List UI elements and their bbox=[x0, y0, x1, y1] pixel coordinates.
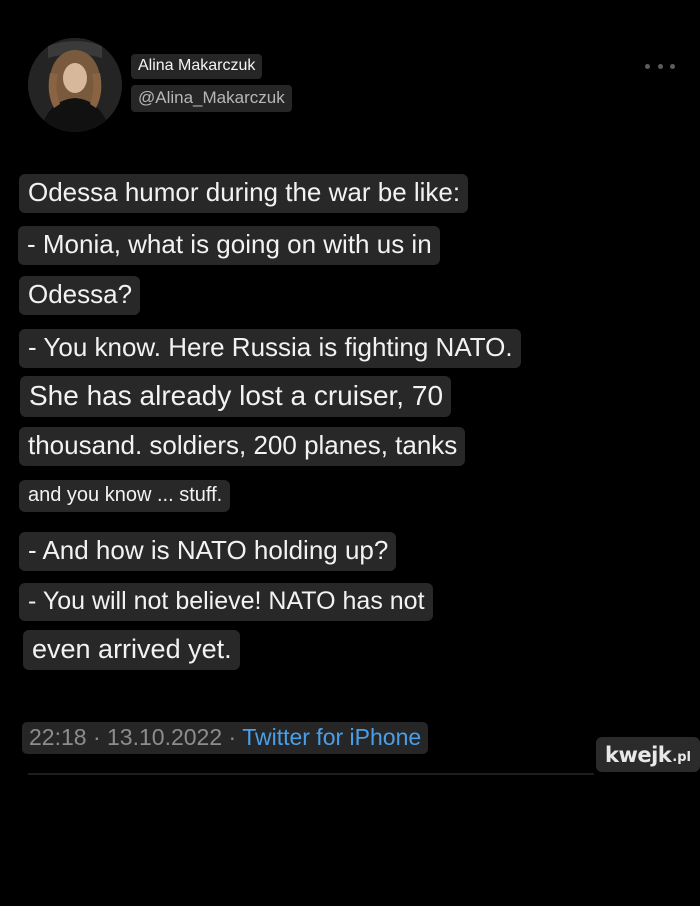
avatar-photo bbox=[28, 38, 122, 132]
tweet-time: 22:18 bbox=[29, 724, 87, 750]
author-handle[interactable]: @Alina_Makarczuk bbox=[131, 85, 292, 112]
dot-icon bbox=[657, 63, 663, 69]
tweet-text-line: and you know ... stuff. bbox=[19, 480, 231, 512]
tweet-text-line: even arrived yet. bbox=[23, 630, 240, 671]
tweet-text-line: - You will not believe! NATO has not bbox=[19, 583, 433, 621]
divider bbox=[28, 773, 594, 775]
tweet-source-link[interactable]: Twitter for iPhone bbox=[242, 724, 421, 750]
meta-separator: · bbox=[92, 724, 101, 750]
tweet-text-line: Odessa humor during the war be like: bbox=[19, 174, 469, 213]
tweet-text-line: thousand. soldiers, 200 planes, tanks bbox=[19, 427, 466, 466]
tweet-text-line: Odessa? bbox=[19, 276, 141, 315]
watermark-text: kwejk bbox=[605, 742, 672, 767]
watermark-tld: .pl bbox=[672, 750, 691, 765]
meta-separator: · bbox=[228, 724, 237, 750]
dot-icon bbox=[670, 63, 675, 69]
tweet-text-line: - Monia, what is going on with us in bbox=[18, 226, 440, 265]
tweet-text-line: She has already lost a cruiser, 70 bbox=[20, 376, 452, 418]
author-name[interactable]: Alina Makarczuk bbox=[131, 54, 263, 79]
dot-icon bbox=[645, 63, 650, 69]
tweet-meta: 22:18 · 13.10.2022 · Twitter for iPhone bbox=[22, 722, 429, 754]
avatar[interactable] bbox=[28, 38, 122, 132]
tweet-date: 13.10.2022 bbox=[107, 724, 223, 750]
tweet-text-line: - You know. Here Russia is fighting NATO… bbox=[19, 329, 521, 368]
tweet-text-line: - And how is NATO holding up? bbox=[19, 532, 397, 571]
kwejk-watermark: kwejk .pl bbox=[596, 737, 700, 772]
more-options-icon[interactable] bbox=[645, 58, 675, 74]
